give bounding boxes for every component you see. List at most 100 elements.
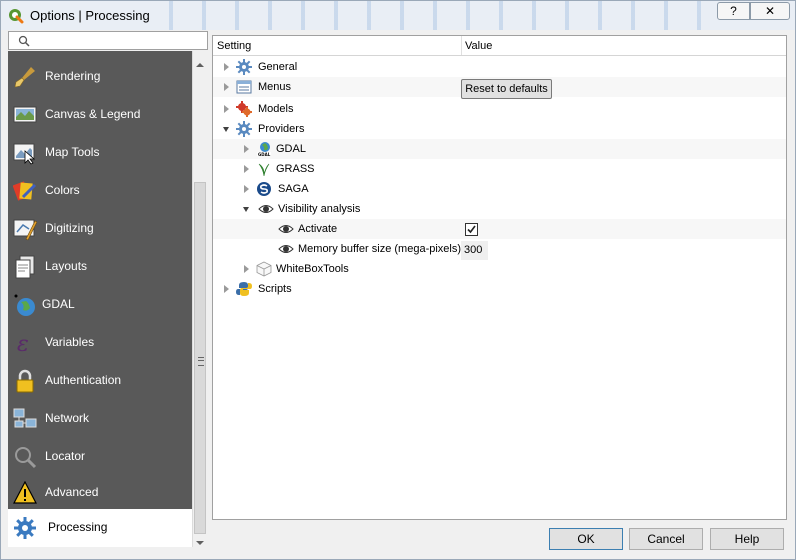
eye-icon [258,205,274,213]
expand-arrow-icon[interactable] [244,265,249,273]
gear-icon [14,517,36,539]
sidebar-item-colors[interactable]: Colors [8,172,192,210]
sidebar-item-label: Network [45,411,90,425]
warning-icon [13,481,37,504]
title-bar[interactable]: Options | Processing ? ✕ [1,1,795,30]
sidebar-item-canvas-legend[interactable]: Canvas & Legend [8,96,192,134]
tree-row-label: General [258,61,298,73]
expand-arrow-icon[interactable] [224,105,229,113]
sidebar-item-network[interactable]: Network [8,400,192,438]
options-sidebar: Rendering Canvas & Legend Map Tools Colo… [8,51,192,547]
sidebar-item-processing[interactable]: Processing [8,509,192,547]
map-tools-icon [13,143,36,165]
ok-button[interactable]: OK [549,528,623,550]
magnifier-icon [15,447,37,469]
tree-row-activate[interactable]: Activate [213,219,786,239]
cancel-button[interactable]: Cancel [629,528,703,550]
menu-icon [236,80,252,94]
background-toolbar-ghost [151,1,711,30]
tree-row-label: Memory buffer size (mega-pixels) [298,243,462,255]
gdal-globe-icon [14,294,35,316]
tree-row-label: GDAL [276,143,306,155]
tree-row-label: WhiteBoxTools [276,263,349,275]
collapse-arrow-icon[interactable] [223,127,229,132]
expand-arrow-icon[interactable] [244,165,249,173]
memory-buffer-value-field[interactable]: 300 [461,241,488,260]
expand-arrow-icon[interactable] [224,63,229,71]
header-divider [461,36,462,55]
sidebar-item-map-tools[interactable]: Map Tools [8,134,192,172]
tree-row-saga[interactable]: SAGA [213,179,786,199]
sidebar-item-label: Variables [45,335,95,349]
sidebar-item-label: Layouts [45,259,88,273]
title-help-button[interactable]: ? [717,2,750,20]
tree-row-label: Models [258,103,294,115]
digitizing-icon [13,219,37,241]
tree-row-visibility-analysis[interactable]: Visibility analysis [213,199,786,219]
reset-to-defaults-button[interactable]: Reset to defaults [461,79,552,99]
tree-row-label: Menus [258,81,292,93]
sidebar-item-label: Authentication [45,373,122,387]
window-title: Options | Processing [30,8,150,23]
gdal-icon: GDAL [257,142,271,157]
search-input[interactable] [8,31,208,50]
sidebar-item-variables[interactable]: ε Variables [8,324,192,362]
search-icon [18,35,30,47]
expand-arrow-icon[interactable] [244,145,249,153]
sidebar-item-layouts[interactable]: Layouts [8,248,192,286]
sidebar-item-digitizing[interactable]: Digitizing [8,210,192,248]
sidebar-item-gdal[interactable]: GDAL [8,286,192,324]
tree-row-grass[interactable]: GRASS [213,159,786,179]
header-setting[interactable]: Setting [217,40,251,52]
svg-text:ε: ε [17,332,29,355]
collapse-arrow-icon[interactable] [243,207,249,212]
sidebar-item-label: Processing [48,520,108,534]
eye-icon [278,245,294,253]
saga-icon [257,182,271,196]
sidebar-item-label: GDAL [42,297,75,311]
expand-arrow-icon[interactable] [224,83,229,91]
brush-icon [14,67,35,88]
expand-arrow-icon[interactable] [224,285,229,293]
lock-icon [16,369,34,393]
sidebar-item-authentication[interactable]: Authentication [8,362,192,400]
gear-icon [236,59,252,75]
checkmark-icon [467,225,476,234]
tree-row-providers[interactable]: Providers [213,119,786,139]
scrollbar-thumb[interactable] [194,182,206,534]
models-icon [236,101,252,117]
sidebar-scrollbar[interactable] [192,51,207,547]
title-close-button[interactable]: ✕ [750,2,790,20]
layouts-icon [15,255,35,279]
expand-arrow-icon[interactable] [244,185,249,193]
scroll-up-arrow-icon[interactable] [196,63,204,67]
python-icon [236,282,252,296]
sidebar-item-advanced[interactable]: Advanced [8,474,192,512]
sidebar-item-rendering[interactable]: Rendering [8,58,192,96]
tree-row-whiteboxtools[interactable]: WhiteBoxTools [213,259,786,279]
options-dialog: Options | Processing ? ✕ Rendering Canva… [0,0,796,560]
tree-row-scripts[interactable]: Scripts [213,279,786,299]
help-button[interactable]: Help [710,528,784,550]
qgis-logo-icon [9,9,24,24]
sidebar-item-label: Advanced [45,485,99,499]
cube-icon [256,261,272,277]
scroll-down-arrow-icon[interactable] [196,541,204,545]
variables-icon: ε [17,332,29,355]
palette-icon [13,181,37,201]
sidebar-item-label: Map Tools [45,145,100,159]
gear-icon [236,121,252,137]
header-value[interactable]: Value [465,40,492,52]
activate-checkbox[interactable] [465,223,478,236]
tree-header: Setting Value [213,36,786,56]
tree-row-gdal[interactable]: GDAL GDAL [213,139,786,159]
sidebar-item-label: Digitizing [45,221,94,235]
tree-row-memory-buffer[interactable]: Memory buffer size (mega-pixels) [213,239,786,259]
sidebar-item-locator[interactable]: Locator [8,438,192,476]
tree-row-label: GRASS [276,163,315,175]
tree-row-general[interactable]: General [213,57,786,77]
tree-row-label: SAGA [278,183,309,195]
network-icon [13,408,37,428]
tree-row-models[interactable]: Models [213,99,786,119]
settings-tree: Setting Value General Menus Models Provi… [212,35,787,520]
